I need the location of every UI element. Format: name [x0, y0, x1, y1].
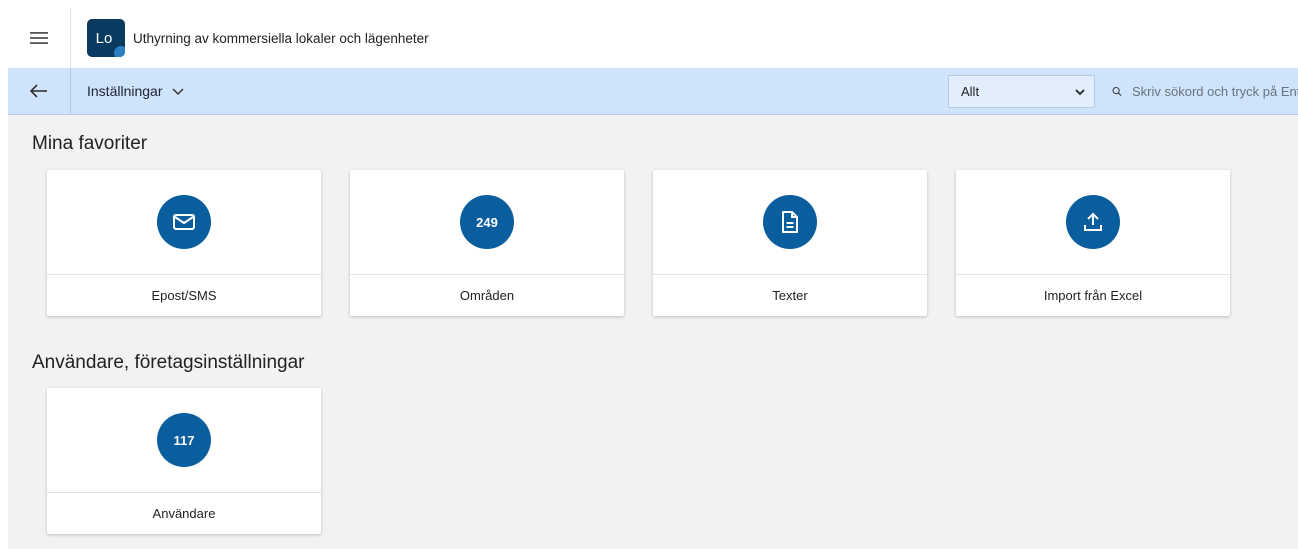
tile-epost-sms[interactable]: Epost/SMS	[47, 170, 321, 316]
tile-icon-area	[653, 170, 927, 275]
tile-label: Epost/SMS	[151, 287, 217, 303]
top-header: Lo Uthyrning av kommersiella lokaler och…	[8, 8, 1298, 68]
logo-text: Lo	[95, 29, 113, 47]
hamburger-menu-icon	[30, 32, 48, 44]
section-dropdown-label: Inställningar	[87, 83, 163, 99]
chevron-down-icon	[1075, 88, 1085, 95]
app-window: Lo Uthyrning av kommersiella lokaler och…	[8, 8, 1298, 549]
search-filter-select[interactable]: Allt	[948, 75, 1095, 108]
tile-label: Områden	[459, 287, 515, 303]
tile-label: Import från Excel	[1043, 287, 1143, 303]
app-title: Uthyrning av kommersiella lokaler och lä…	[133, 30, 429, 46]
back-button[interactable]	[8, 67, 71, 115]
tile-icon-area: 249	[350, 170, 624, 275]
search-box	[1112, 75, 1298, 108]
search-input[interactable]	[1132, 84, 1298, 99]
menu-button[interactable]	[8, 8, 71, 68]
section-title-users-company: Användare, företagsinställningar	[32, 352, 305, 373]
tile-count-badge: 249	[460, 195, 514, 249]
tile-icon-area: 117	[47, 388, 321, 493]
tile-anvandare[interactable]: 117 Användare	[47, 388, 321, 534]
tile-icon-circle	[1066, 195, 1120, 249]
tile-omraden[interactable]: 249 Områden	[350, 170, 624, 316]
tile-icon-circle	[763, 195, 817, 249]
search-icon	[1112, 87, 1122, 96]
section-title-favorites: Mina favoriter	[32, 133, 148, 154]
tile-label: Användare	[152, 505, 216, 521]
tile-texter[interactable]: Texter	[653, 170, 927, 316]
search-filter-value: Allt	[961, 84, 980, 99]
section-dropdown[interactable]: Inställningar	[87, 83, 185, 99]
tile-icon-circle	[157, 195, 211, 249]
sub-header: Inställningar Allt	[8, 67, 1298, 115]
chevron-down-icon	[171, 88, 184, 96]
tile-icon-area	[47, 170, 321, 275]
logo-accent	[114, 46, 125, 57]
document-icon	[782, 211, 798, 233]
tile-label: Texter	[772, 287, 808, 303]
arrow-left-icon	[29, 84, 47, 98]
app-logo[interactable]: Lo	[87, 19, 125, 57]
envelope-icon	[173, 214, 195, 230]
tile-icon-area	[956, 170, 1230, 275]
upload-icon	[1084, 212, 1102, 231]
tile-import-excel[interactable]: Import från Excel	[956, 170, 1230, 316]
tile-count-badge: 117	[157, 413, 211, 467]
